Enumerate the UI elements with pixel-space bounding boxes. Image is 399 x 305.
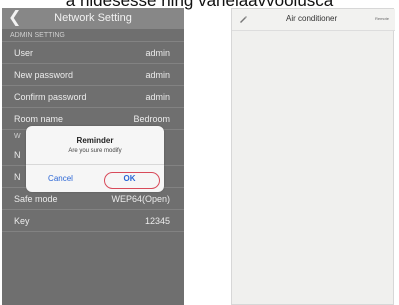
row-key: Safe mode: [14, 194, 58, 204]
row-user[interactable]: User admin: [2, 42, 184, 64]
ok-button[interactable]: OK: [95, 165, 164, 192]
dialog-message: Are you sure modify: [68, 148, 122, 154]
row-key: User: [14, 48, 34, 58]
row-new-password[interactable]: New password admin: [2, 64, 184, 86]
dialog-title: Reminder: [76, 136, 114, 145]
remote-button[interactable]: Remote: [375, 16, 389, 21]
admin-setting-section-label: ADMIN SETTING: [2, 29, 184, 42]
row-confirm-password[interactable]: Confirm password admin: [2, 86, 184, 108]
navigation-bar: ❮ Network Setting: [2, 8, 184, 29]
right-title: Air conditioner: [286, 14, 338, 23]
row-value: 12345: [144, 216, 170, 226]
row-key-field[interactable]: Key 12345: [2, 210, 184, 232]
left-phone-screen: ❮ Network Setting ADMIN SETTING User adm…: [2, 8, 184, 305]
row-key: N: [14, 150, 21, 160]
reminder-dialog: Reminder Are you sure modify Cancel OK: [26, 126, 164, 192]
row-key: Room name: [14, 114, 64, 124]
cancel-button[interactable]: Cancel: [26, 165, 95, 192]
right-phone-screen: Air conditioner Remote: [231, 8, 395, 305]
row-key: New password: [14, 70, 74, 80]
pencil-icon[interactable]: [238, 14, 248, 24]
row-value: admin: [145, 92, 170, 102]
row-key: Confirm password: [14, 92, 87, 102]
row-key: Key: [14, 216, 30, 226]
row-value: admin: [145, 70, 170, 80]
row-value: WEP64(Open): [111, 194, 170, 204]
right-header: Air conditioner Remote: [232, 9, 395, 31]
row-value: admin: [145, 48, 170, 58]
row-value: Bedroom: [133, 114, 170, 124]
page-title: Network Setting: [54, 12, 132, 24]
row-key: N: [14, 172, 21, 182]
